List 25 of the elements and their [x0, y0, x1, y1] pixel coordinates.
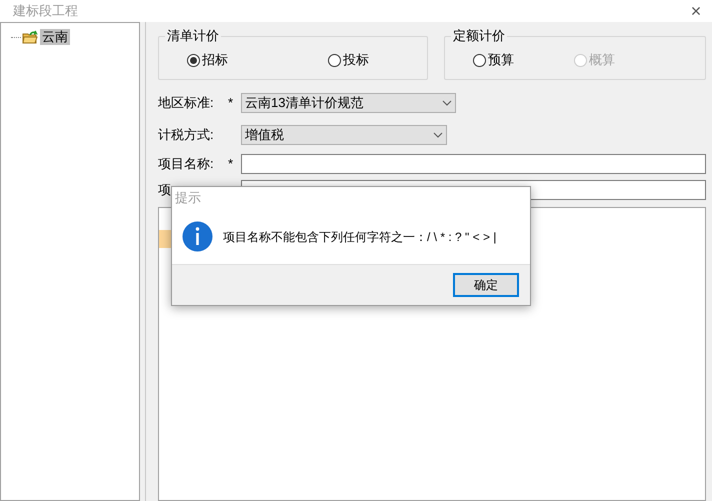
tree-item[interactable]: 云南 — [40, 29, 70, 45]
input-field[interactable] — [241, 154, 706, 174]
field-label: 地区标准: — [158, 95, 214, 110]
info-icon — [182, 221, 213, 252]
required-mark: * — [228, 155, 234, 174]
window-title: 建标段工程 — [13, 2, 78, 20]
radio-button[interactable]: 投标 — [328, 50, 369, 70]
dialog-message: 项目名称不能包含下列任何字符之一：/ \ * : ? " < > | — [223, 228, 496, 246]
folder-icon — [22, 30, 38, 44]
dialog-title: 提示 — [175, 189, 201, 208]
close-button[interactable]: × — [684, 1, 708, 21]
required-mark: * — [228, 94, 234, 112]
field-label: 计税方式: — [158, 127, 214, 142]
group-title: 清单计价 — [165, 28, 221, 44]
dropdown[interactable]: 云南13清单计价规范 — [241, 93, 456, 113]
group-title: 定额计价 — [451, 28, 507, 44]
radio-button[interactable]: 招标 — [187, 50, 228, 70]
chevron-icon — [442, 100, 452, 106]
radio-button[interactable]: 预算 — [473, 50, 514, 70]
ok-button[interactable]: 确定 — [453, 273, 519, 297]
field-label: 项 — [158, 182, 171, 198]
chevron-icon — [433, 132, 443, 138]
field-label: 项目名称: — [158, 156, 214, 172]
dropdown[interactable]: 增值税 — [241, 125, 447, 145]
tree-connector — [11, 36, 21, 38]
